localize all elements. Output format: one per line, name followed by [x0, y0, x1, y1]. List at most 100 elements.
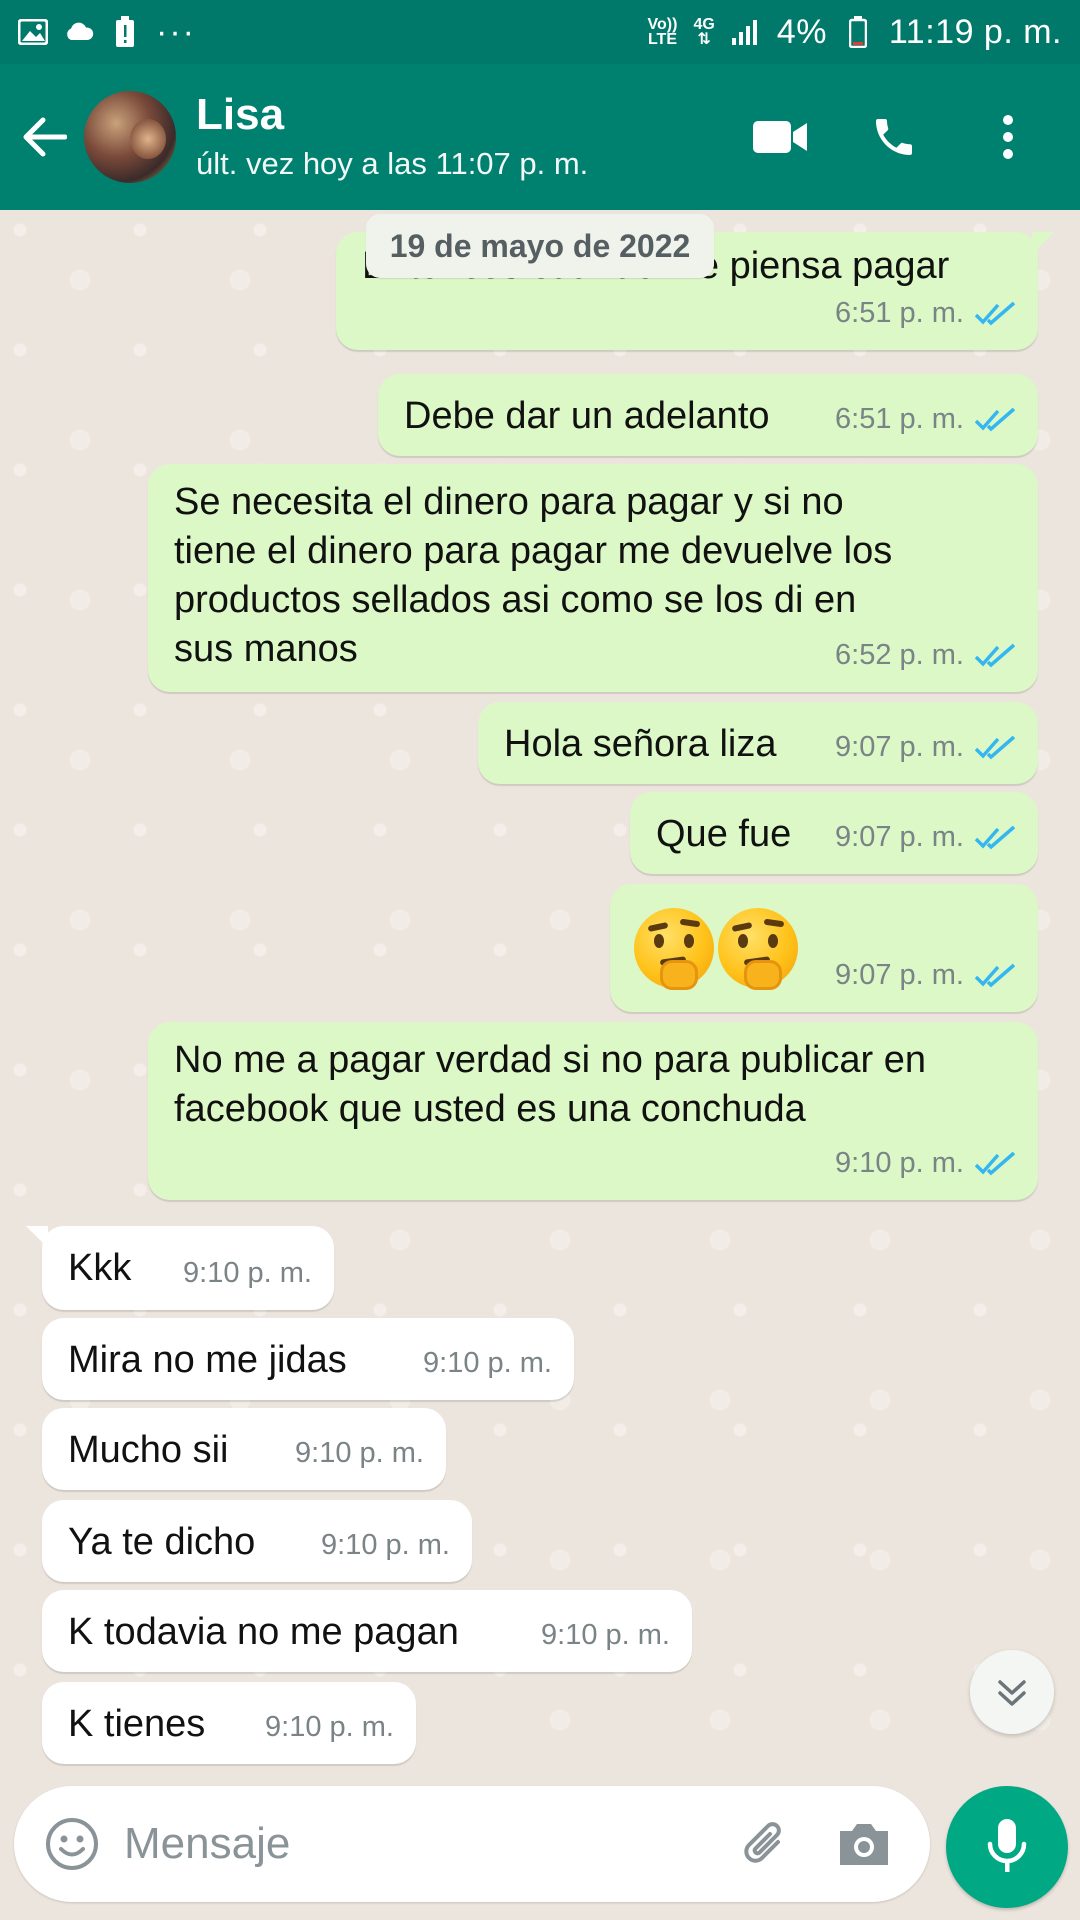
attach-button[interactable]	[734, 1812, 798, 1876]
video-call-button[interactable]	[748, 105, 812, 169]
scroll-to-bottom-button[interactable]	[970, 1650, 1054, 1734]
message-meta: 6:52 p. m.	[835, 631, 1016, 680]
volte-indicator: Vo)) LTE	[647, 17, 678, 48]
message-text: Kkk	[68, 1247, 132, 1289]
message-meta: 9:10 p. m.	[423, 1339, 552, 1388]
read-receipt-icon	[974, 301, 1016, 325]
message-time: 9:10 p. m.	[265, 1711, 394, 1743]
read-receipt-icon	[974, 963, 1016, 987]
camera-icon	[840, 1824, 888, 1865]
battery-icon	[843, 16, 873, 48]
message-text: Mucho sii	[68, 1429, 229, 1471]
phone-icon	[876, 119, 912, 155]
voice-call-button[interactable]	[862, 105, 926, 169]
read-receipt-icon	[974, 407, 1016, 431]
message-incoming[interactable]: K todavia no me pagan 9:10 p. m.	[42, 1590, 692, 1672]
message-incoming[interactable]: Mira no me jidas 9:10 p. m.	[42, 1318, 574, 1400]
read-receipt-icon	[974, 825, 1016, 849]
more-options-button[interactable]	[976, 105, 1040, 169]
network-type: 4G ⇅	[693, 17, 714, 48]
voice-message-button[interactable]	[946, 1786, 1068, 1908]
battery-alert-icon	[110, 16, 140, 47]
message-incoming[interactable]: Kkk 9:10 p. m.	[26, 1226, 334, 1310]
message-text: Hola señora liza	[504, 723, 777, 765]
thinking-face-icon	[718, 908, 798, 990]
message-line: tiene el dinero para pagar me devuelve l…	[174, 530, 893, 572]
message-meta: 9:10 p. m.	[265, 1703, 394, 1752]
video-camera-icon	[753, 121, 807, 153]
more-vert-icon	[1003, 115, 1013, 159]
emoji-button[interactable]	[40, 1812, 104, 1876]
message-line: productos sellados asi como se los di en	[174, 579, 857, 621]
chevron-double-down-icon	[998, 1680, 1026, 1706]
back-button[interactable]	[4, 87, 84, 187]
message-time: 6:51 p. m.	[835, 403, 964, 435]
read-receipt-icon	[974, 643, 1016, 667]
message-meta: 6:51 p. m.	[835, 395, 1016, 444]
microphone-icon	[987, 1819, 1027, 1872]
header-actions	[748, 105, 1040, 169]
status-bar-right: Vo)) LTE 4G ⇅ 4% 11:19 p. m.	[648, 13, 1062, 52]
message-line: facebook que usted es una conchuda	[174, 1088, 806, 1130]
message-text: Se necesita el dinero para pagar y si no…	[174, 478, 892, 674]
message-time: 9:10 p. m.	[183, 1257, 312, 1289]
message-time: 9:07 p. m.	[835, 731, 964, 763]
message-outgoing[interactable]: Que fue 9:07 p. m.	[630, 792, 1038, 874]
cloud-icon	[64, 18, 94, 46]
chat-area[interactable]: Entonces cuando me piensa pagar 6:51 p. …	[0, 210, 1080, 1776]
message-line: sus manos	[174, 628, 358, 670]
message-time: 9:10 p. m.	[321, 1529, 450, 1561]
message-time: 9:07 p. m.	[835, 959, 964, 991]
arrow-left-icon	[23, 117, 67, 157]
message-composer	[14, 1786, 930, 1902]
message-line: No me a pagar verdad si no para publicar…	[174, 1039, 927, 1081]
more-notifications-icon: ···	[156, 13, 196, 51]
avatar[interactable]	[84, 91, 176, 183]
message-meta: 9:10 p. m.	[835, 1139, 1016, 1188]
message-outgoing[interactable]: Hola señora liza 9:07 p. m.	[478, 702, 1038, 784]
message-incoming[interactable]: K tienes 9:10 p. m.	[42, 1682, 416, 1764]
message-time: 6:52 p. m.	[835, 639, 964, 671]
message-time: 9:10 p. m.	[423, 1347, 552, 1379]
status-bar-left: ···	[18, 13, 196, 51]
data-arrows-icon: ⇅	[697, 31, 711, 48]
contact-name: Lisa	[196, 90, 285, 139]
message-text: No me a pagar verdad si no para publicar…	[174, 1036, 926, 1134]
message-meta: 9:07 p. m.	[835, 951, 1016, 1000]
camera-button[interactable]	[832, 1812, 896, 1876]
chat-header: Lisa últ. vez hoy a las 11:07 p. m.	[0, 64, 1080, 210]
contact-info[interactable]: Lisa últ. vez hoy a las 11:07 p. m.	[196, 90, 748, 184]
message-outgoing[interactable]: Se necesita el dinero para pagar y si no…	[148, 464, 1038, 692]
read-receipt-icon	[974, 1151, 1016, 1175]
message-meta: 6:51 p. m.	[835, 289, 1016, 338]
message-text: Ya te dicho	[68, 1521, 256, 1563]
message-outgoing-emoji[interactable]: 9:07 p. m.	[610, 884, 1038, 1012]
message-meta: 9:10 p. m.	[183, 1249, 312, 1298]
message-meta: 9:10 p. m.	[541, 1611, 670, 1660]
message-time: 9:10 p. m.	[295, 1437, 424, 1469]
message-meta: 9:07 p. m.	[835, 813, 1016, 862]
message-incoming[interactable]: Mucho sii 9:10 p. m.	[42, 1408, 446, 1490]
message-outgoing[interactable]: No me a pagar verdad si no para publicar…	[148, 1022, 1038, 1200]
message-incoming[interactable]: Ya te dicho 9:10 p. m.	[42, 1500, 472, 1582]
message-meta: 9:10 p. m.	[321, 1521, 450, 1570]
message-outgoing[interactable]: Debe dar un adelanto 6:51 p. m.	[378, 374, 1038, 456]
message-input[interactable]	[124, 1819, 734, 1869]
message-text: K tienes	[68, 1703, 206, 1745]
message-text: Mira no me jidas	[68, 1339, 347, 1381]
lte-label: LTE	[647, 31, 677, 48]
gallery-icon	[18, 18, 48, 46]
status-bar: ··· Vo)) LTE 4G ⇅ 4% 11:19 p. m.	[0, 0, 1080, 64]
clock: 11:19 p. m.	[888, 12, 1062, 51]
message-time: 9:10 p. m.	[835, 1147, 964, 1179]
paperclip-icon	[744, 1822, 781, 1863]
message-text: K todavia no me pagan	[68, 1611, 459, 1653]
signal-icon	[731, 18, 761, 46]
thinking-face-icon	[634, 908, 714, 990]
read-receipt-icon	[974, 735, 1016, 759]
message-text: Debe dar un adelanto	[404, 395, 770, 437]
message-time: 9:07 p. m.	[835, 821, 964, 853]
message-time: 6:51 p. m.	[835, 297, 964, 329]
message-text: Que fue	[656, 813, 792, 855]
message-meta: 9:07 p. m.	[835, 723, 1016, 772]
